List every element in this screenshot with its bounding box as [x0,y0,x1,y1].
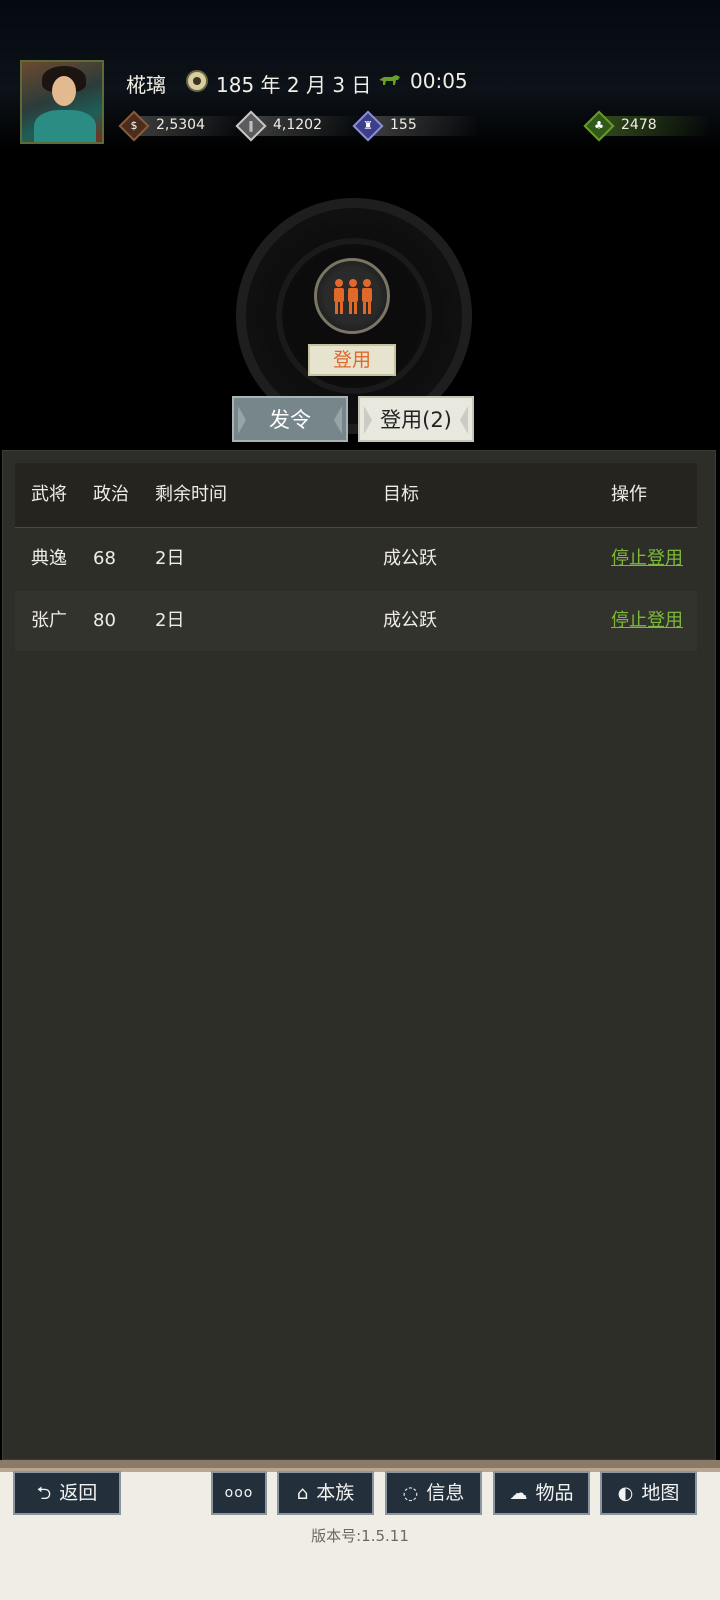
stop-recruit-link[interactable]: 停止登用 [611,591,683,651]
people-icon[interactable] [314,258,390,334]
header-target: 目标 [383,484,419,505]
map-icon: ◐ [617,1483,634,1504]
table-row: 张广 80 2日 成公跃 停止登用 [15,591,697,651]
tab-recruit[interactable]: 登用(2) [358,396,474,442]
header-action: 操作 [611,484,647,505]
header-general: 武将 [31,484,67,505]
more-button[interactable]: ooo [211,1471,267,1515]
game-time: 00:05 [410,69,468,93]
remaining-time: 2日 [155,548,185,569]
tab-order[interactable]: 发令 [232,396,348,442]
remaining-time: 2日 [155,610,185,631]
header-politics: 政治 [93,484,129,505]
game-date: 185 年 2 月 3 日 [216,73,372,97]
feature-label: 登用 [308,344,396,376]
general-name: 张广 [31,610,67,631]
recruit-panel: 武将 政治 剩余时间 目标 操作 典逸 68 2日 成公跃 停止登用 张广 80… [2,450,716,1460]
chat-icon: ◌ [402,1483,419,1504]
map-button[interactable]: ◐ 地图 [600,1471,697,1515]
more-icon: ooo [224,1485,254,1501]
stop-recruit-link[interactable]: 停止登用 [611,529,683,589]
portrait-face [52,76,76,106]
clan-button[interactable]: ⌂ 本族 [277,1471,374,1515]
back-arrow-icon: ⮌ [36,1483,52,1504]
politics-value: 68 [93,548,116,569]
items-button[interactable]: ☁ 物品 [493,1471,590,1515]
version-label: 版本号:1.5.11 [311,1527,409,1545]
table-row: 典逸 68 2日 成公跃 停止登用 [15,529,697,589]
player-portrait[interactable] [20,60,104,144]
clan-icon: ⌂ [296,1483,309,1504]
politics-value: 80 [93,610,116,631]
table-header: 武将 政治 剩余时间 目标 操作 [15,463,697,528]
target-name: 成公跃 [383,548,437,569]
header-remaining: 剩余时间 [155,484,227,505]
general-name: 典逸 [31,548,67,569]
calendar-icon [186,70,208,92]
back-button[interactable]: ⮌ 返回 [13,1471,121,1515]
items-icon: ☁ [509,1483,528,1504]
horse-icon [379,75,400,85]
target-name: 成公跃 [383,610,437,631]
portrait-body [34,110,96,142]
info-button[interactable]: ◌ 信息 [385,1471,482,1515]
player-name: 椛璃 [126,73,166,97]
